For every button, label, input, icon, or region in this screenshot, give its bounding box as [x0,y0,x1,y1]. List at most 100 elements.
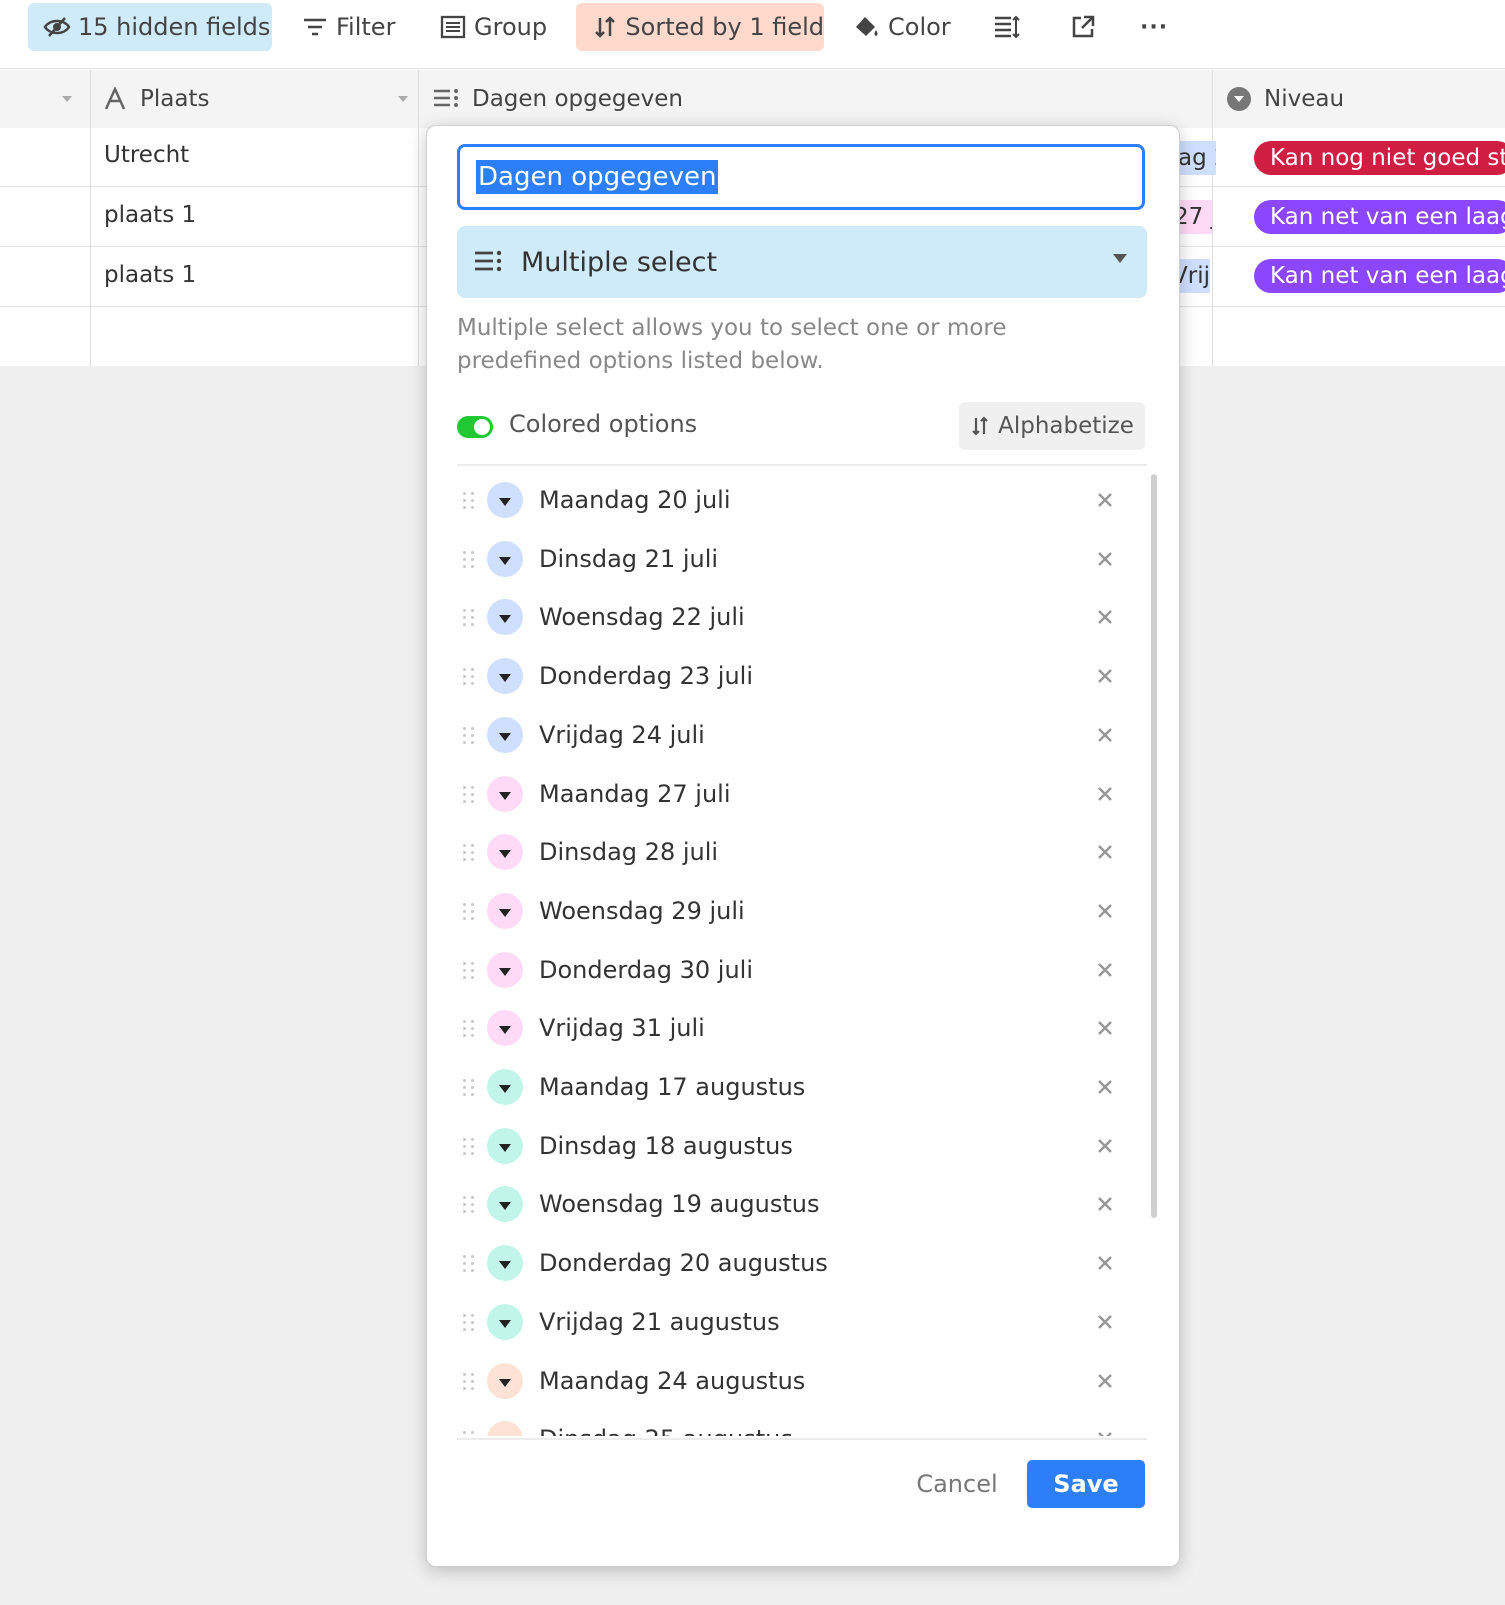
save-button[interactable]: Save [1027,1460,1145,1508]
option-item[interactable]: Dinsdag 28 juli [457,823,1117,881]
remove-option-icon[interactable] [1093,1192,1117,1216]
remove-option-icon[interactable] [1093,723,1117,747]
field-name-input[interactable]: Dagen opgegeven [457,144,1145,210]
option-color-icon[interactable] [487,482,523,518]
row-height-button[interactable] [992,3,1028,51]
option-label[interactable]: Dinsdag 18 augustus [539,1132,793,1160]
remove-option-icon[interactable] [1093,1310,1117,1334]
option-color-icon[interactable] [487,1304,523,1340]
option-color-icon[interactable] [487,776,523,812]
option-item[interactable]: Vrijdag 24 juli [457,706,1117,764]
option-label[interactable]: Donderdag 23 juli [539,662,753,690]
cell-niveau-chip[interactable]: Kan net van een laag h [1254,259,1505,293]
remove-option-icon[interactable] [1093,1251,1117,1275]
option-color-icon[interactable] [487,1245,523,1281]
option-label[interactable]: Vrijdag 31 juli [539,1014,705,1042]
column-header-plaats[interactable]: Plaats [104,70,414,128]
cell-plaats[interactable]: Utrecht [104,142,189,168]
option-label[interactable]: Woensdag 29 juli [539,897,745,925]
remove-option-icon[interactable] [1093,605,1117,629]
cell-plaats[interactable]: plaats 1 [104,262,196,288]
option-item[interactable]: Woensdag 19 augustus [457,1175,1117,1233]
remove-option-icon[interactable] [1093,488,1117,512]
option-item[interactable]: Maandag 20 juli [457,471,1117,529]
drag-handle-icon[interactable] [463,665,477,687]
option-label[interactable]: Woensdag 22 juli [539,603,745,631]
option-color-icon[interactable] [487,1363,523,1399]
remove-option-icon[interactable] [1093,840,1117,864]
cancel-button[interactable]: Cancel [907,1460,1007,1508]
option-item[interactable]: Dinsdag 25 augustus [457,1410,1117,1436]
column-menu-caret[interactable] [60,70,74,128]
option-label[interactable]: Maandag 17 augustus [539,1073,805,1101]
option-label[interactable]: Vrijdag 21 augustus [539,1308,780,1336]
option-item[interactable]: Maandag 27 juli [457,765,1117,823]
option-label[interactable]: Maandag 27 juli [539,780,731,808]
option-item[interactable]: Woensdag 29 juli [457,882,1117,940]
drag-handle-icon[interactable] [463,1017,477,1039]
drag-handle-icon[interactable] [463,783,477,805]
remove-option-icon[interactable] [1093,1427,1117,1436]
drag-handle-icon[interactable] [463,548,477,570]
drag-handle-icon[interactable] [463,1193,477,1215]
option-color-icon[interactable] [487,599,523,635]
cell-plaats[interactable]: plaats 1 [104,202,196,228]
filter-button[interactable]: Filter [300,3,395,51]
remove-option-icon[interactable] [1093,958,1117,982]
field-type-select[interactable]: Multiple select [457,226,1147,298]
option-color-icon[interactable] [487,834,523,870]
drag-handle-icon[interactable] [463,1428,477,1436]
drag-handle-icon[interactable] [463,1135,477,1157]
drag-handle-icon[interactable] [463,606,477,628]
option-label[interactable]: Maandag 24 augustus [539,1367,805,1395]
option-label[interactable]: Vrijdag 24 juli [539,721,705,749]
drag-handle-icon[interactable] [463,1076,477,1098]
remove-option-icon[interactable] [1093,899,1117,923]
drag-handle-icon[interactable] [463,489,477,511]
drag-handle-icon[interactable] [463,959,477,981]
column-header-niveau[interactable]: Niveau [1226,70,1496,128]
remove-option-icon[interactable] [1093,547,1117,571]
option-color-icon[interactable] [487,1186,523,1222]
drag-handle-icon[interactable] [463,841,477,863]
option-label[interactable]: Maandag 20 juli [539,486,731,514]
group-button[interactable]: Group [438,3,547,51]
option-color-icon[interactable] [487,1128,523,1164]
option-color-icon[interactable] [487,658,523,694]
option-color-icon[interactable] [487,541,523,577]
option-item[interactable]: Maandag 17 augustus [457,1058,1117,1116]
option-item[interactable]: Vrijdag 21 augustus [457,1293,1117,1351]
option-item[interactable]: Maandag 24 augustus [457,1352,1117,1410]
remove-option-icon[interactable] [1093,1016,1117,1040]
colored-options-toggle[interactable] [457,416,493,438]
column-header-dagen[interactable]: Dagen opgegeven [432,70,1202,128]
option-label[interactable]: Woensdag 19 augustus [539,1190,819,1218]
cell-niveau-chip[interactable]: Kan net van een laag h [1254,200,1505,234]
option-label[interactable]: Donderdag 20 augustus [539,1249,828,1277]
drag-handle-icon[interactable] [463,1252,477,1274]
color-button[interactable]: Color [852,3,951,51]
option-item[interactable]: Vrijdag 31 juli [457,999,1117,1057]
drag-handle-icon[interactable] [463,900,477,922]
option-item[interactable]: Donderdag 23 juli [457,647,1117,705]
option-color-icon[interactable] [487,1010,523,1046]
option-item[interactable]: Donderdag 30 juli [457,941,1117,999]
share-view-button[interactable] [1068,3,1104,51]
remove-option-icon[interactable] [1093,1134,1117,1158]
remove-option-icon[interactable] [1093,1369,1117,1393]
option-label[interactable]: Donderdag 30 juli [539,956,753,984]
option-label[interactable]: Dinsdag 25 augustus [539,1425,793,1436]
more-options-button[interactable]: ··· [1140,3,1168,51]
chevron-down-icon[interactable] [396,94,410,104]
remove-option-icon[interactable] [1093,1075,1117,1099]
drag-handle-icon[interactable] [463,1370,477,1392]
drag-handle-icon[interactable] [463,724,477,746]
option-color-icon[interactable] [487,1421,523,1436]
options-scrollbar[interactable] [1151,474,1157,1218]
option-color-icon[interactable] [487,1069,523,1105]
option-color-icon[interactable] [487,717,523,753]
option-item[interactable]: Donderdag 20 augustus [457,1234,1117,1292]
option-label[interactable]: Dinsdag 28 juli [539,838,718,866]
alphabetize-button[interactable]: Alphabetize [959,402,1145,450]
drag-handle-icon[interactable] [463,1311,477,1333]
